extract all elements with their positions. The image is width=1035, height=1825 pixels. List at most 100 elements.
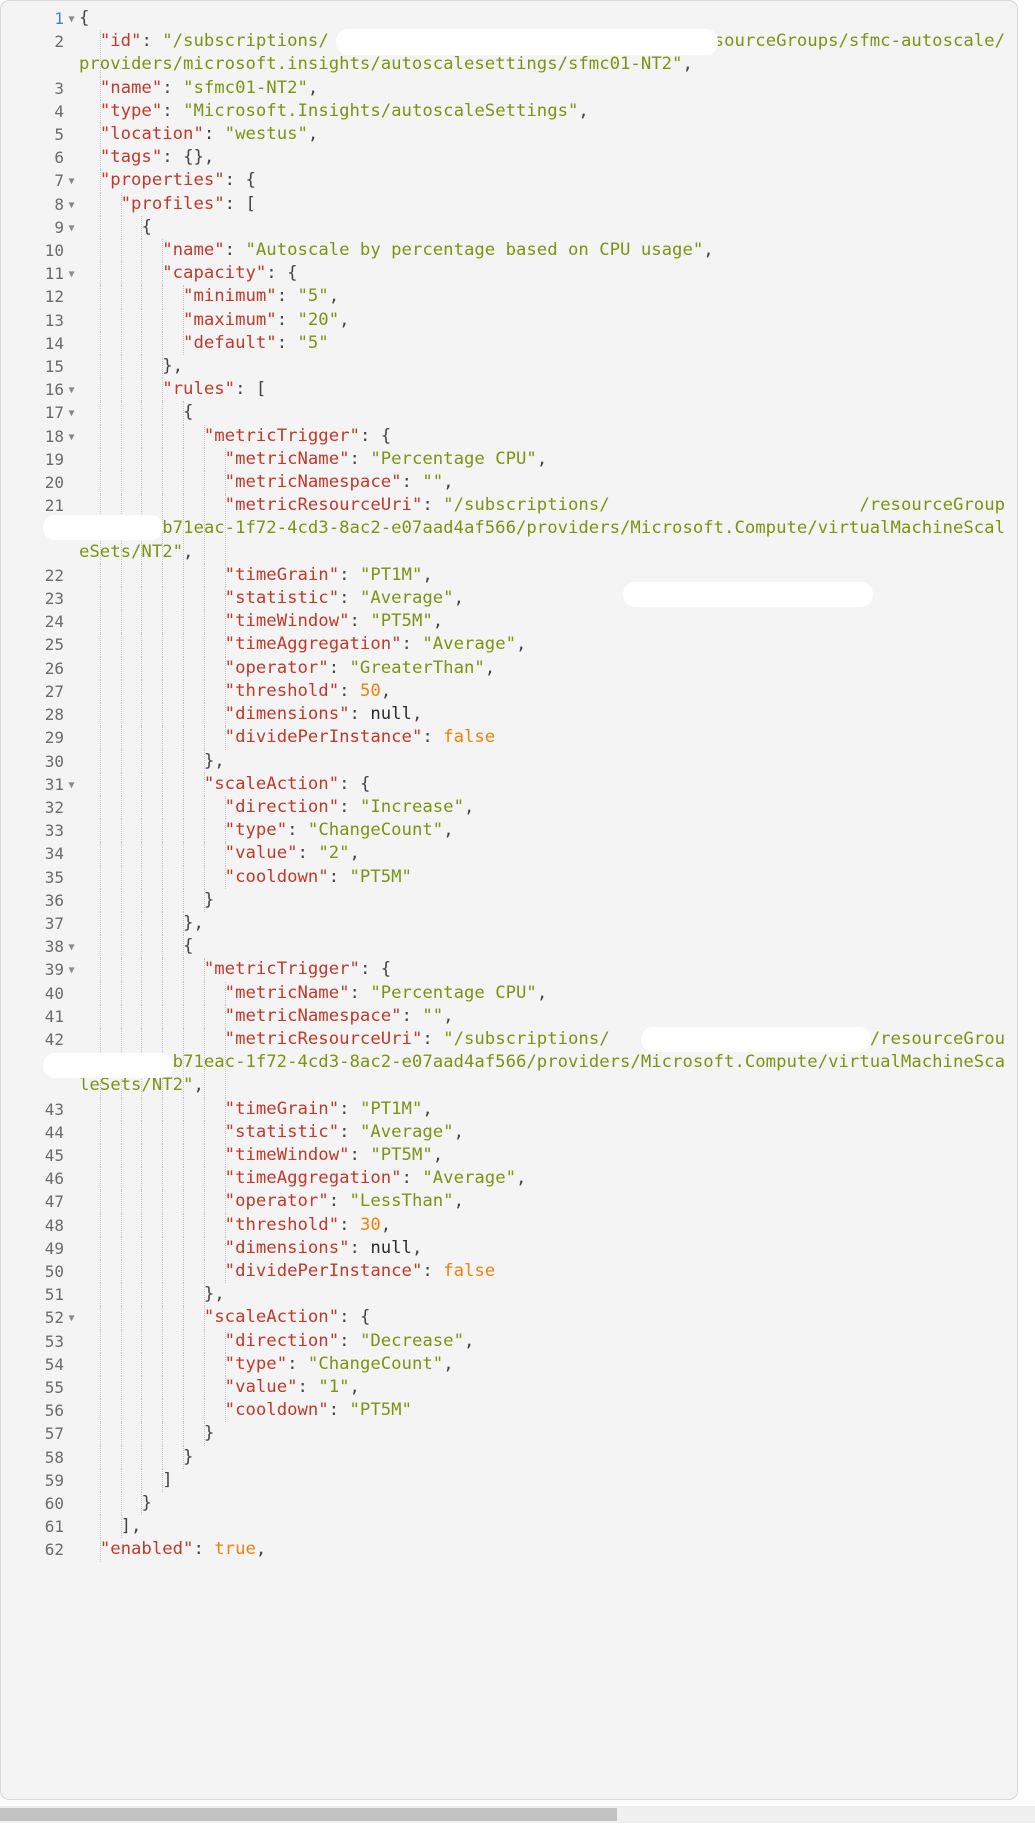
code-line[interactable]: 53▼ "direction": "Decrease",	[1, 1329, 1017, 1354]
code-line[interactable]: 43▼ "timeGrain": "PT1M",	[1, 1097, 1017, 1121]
code-line[interactable]: 15▼ },	[1, 355, 1017, 379]
code-line[interactable]: 19▼ "metricName": "Percentage CPU",	[1, 447, 1017, 472]
fold-arrow-placeholder: ▼	[64, 286, 79, 309]
fold-arrow-icon[interactable]: ▼	[64, 263, 79, 286]
fold-arrow-icon[interactable]: ▼	[64, 936, 79, 959]
line-number-gutter: 8 ▼	[1, 193, 79, 217]
code-line[interactable]: 37▼ },	[1, 911, 1017, 936]
line-number: 21	[44, 496, 64, 516]
fold-arrow-placeholder: ▼	[64, 1191, 79, 1214]
fold-arrow-placeholder: ▼	[64, 867, 79, 890]
code-line[interactable]: 1 ▼{	[1, 7, 1017, 30]
code-line[interactable]: 12▼ "minimum": "5",	[1, 285, 1017, 309]
code-text: "scaleAction": {	[203, 773, 371, 794]
code-line[interactable]: 10▼ "name": "Autoscale by percentage bas…	[1, 239, 1017, 263]
code-line[interactable]: 32▼ "direction": "Increase",	[1, 795, 1017, 820]
code-line[interactable]: 57▼ }	[1, 1422, 1017, 1446]
code-line[interactable]: 13▼ "maximum": "20",	[1, 308, 1017, 332]
code-text: "metricName": "Percentage CPU",	[224, 982, 548, 1003]
code-line[interactable]: 60▼ }	[1, 1492, 1017, 1516]
code-line[interactable]: 3▼ "name": "sfmc01-NT2",	[1, 76, 1017, 100]
fold-arrow-icon[interactable]: ▼	[64, 217, 79, 240]
code-line[interactable]: 47▼ "operator": "LessThan",	[1, 1190, 1017, 1214]
code-line[interactable]: 46▼ "timeAggregation": "Average",	[1, 1167, 1017, 1191]
line-number-gutter: 19▼	[1, 448, 79, 472]
code-line[interactable]: 11 ▼ "capacity": {	[1, 262, 1017, 286]
code-line[interactable]: 50▼ "dividePerInstance": false	[1, 1259, 1017, 1284]
fold-arrow-icon[interactable]: ▼	[64, 170, 79, 193]
code-line[interactable]: 17 ▼ {	[1, 401, 1017, 425]
code-line[interactable]: 54▼ "type": "ChangeCount",	[1, 1352, 1017, 1376]
fold-arrow-icon[interactable]: ▼	[64, 402, 79, 425]
code-line[interactable]: 9 ▼ {	[1, 215, 1017, 240]
code-line[interactable]: 40▼ "metricName": "Percentage CPU",	[1, 981, 1017, 1005]
code-line[interactable]: 14▼ "default": "5"	[1, 331, 1017, 356]
code-line[interactable]: 18 ▼ "metricTrigger": {	[1, 424, 1017, 449]
line-number-gutter: 33▼	[1, 819, 79, 843]
code-line[interactable]: 61▼ ],	[1, 1515, 1017, 1539]
code-line[interactable]: 62▼ "enabled": true,	[1, 1538, 1017, 1562]
line-number: 4	[54, 101, 64, 121]
code-line[interactable]: 7 ▼ "properties": {	[1, 169, 1017, 193]
fold-arrow-icon[interactable]: ▼	[64, 1307, 79, 1330]
code-line[interactable]: 8 ▼ "profiles": [	[1, 192, 1017, 217]
fold-arrow-icon[interactable]: ▼	[64, 426, 79, 449]
code-line[interactable]: 36▼ }	[1, 888, 1017, 912]
fold-arrow-placeholder: ▼	[64, 1006, 79, 1029]
line-number: 43	[44, 1099, 64, 1119]
code-line[interactable]: 26▼ "operator": "GreaterThan",	[1, 656, 1017, 681]
code-line[interactable]: 34▼ "value": "2",	[1, 842, 1017, 866]
code-line[interactable]: 27▼ "threshold": 50,	[1, 679, 1017, 704]
fold-arrow-placeholder: ▼	[64, 147, 79, 170]
code-line[interactable]: 24▼ "timeWindow": "PT5M",	[1, 610, 1017, 634]
code-line[interactable]: 55▼ "value": "1",	[1, 1375, 1017, 1400]
fold-arrow-icon[interactable]: ▼	[64, 8, 79, 31]
line-number: 58	[44, 1447, 64, 1467]
fold-arrow-placeholder: ▼	[64, 658, 79, 681]
code-line[interactable]: 48▼ "threshold": 30,	[1, 1213, 1017, 1238]
fold-arrow-placeholder: ▼	[64, 751, 79, 774]
horizontal-scrollbar-thumb[interactable]	[0, 1808, 617, 1821]
code-line[interactable]: 31 ▼ "scaleAction": {	[1, 772, 1017, 797]
code-text: }	[203, 889, 215, 910]
fold-arrow-icon[interactable]: ▼	[64, 774, 79, 797]
fold-arrow-icon[interactable]: ▼	[64, 194, 79, 217]
code-line[interactable]: 33▼ "type": "ChangeCount",	[1, 819, 1017, 843]
fold-arrow-placeholder: ▼	[64, 1145, 79, 1168]
code-line[interactable]: 6▼ "tags": {},	[1, 146, 1017, 170]
code-line[interactable]: 5▼ "location": "westus",	[1, 123, 1017, 147]
horizontal-scrollbar[interactable]	[0, 1806, 1035, 1823]
line-number: 31	[44, 774, 64, 794]
line-number: 38	[44, 937, 64, 957]
code-line[interactable]: 56▼ "cooldown": "PT5M"	[1, 1399, 1017, 1423]
line-number-gutter: 55▼	[1, 1376, 79, 1400]
json-code-editor[interactable]: 1▼{2▼ "id": "/subscriptions/ /resourceGr…	[0, 0, 1018, 1800]
code-text: "capacity": {	[162, 263, 298, 284]
code-line[interactable]: 28▼ "dimensions": null,	[1, 703, 1017, 727]
code-text: "name": "Autoscale by percentage based o…	[162, 240, 714, 261]
line-number-gutter: 39 ▼	[1, 958, 79, 982]
code-line[interactable]: 30▼ },	[1, 749, 1017, 774]
code-line[interactable]: 59▼ ]	[1, 1468, 1017, 1492]
fold-arrow-placeholder: ▼	[64, 1122, 79, 1145]
code-line[interactable]: 38 ▼ {	[1, 935, 1017, 959]
fold-arrow-placeholder: ▼	[64, 1331, 79, 1354]
code-line[interactable]: 20▼ "metricNamespace": "",	[1, 471, 1017, 495]
fold-arrow-icon[interactable]: ▼	[64, 959, 79, 982]
code-line[interactable]: 49▼ "dimensions": null,	[1, 1236, 1017, 1260]
code-line[interactable]: 44▼ "statistic": "Average",	[1, 1120, 1017, 1145]
code-line[interactable]: 16 ▼ "rules": [	[1, 378, 1017, 402]
code-line[interactable]: 45▼ "timeWindow": "PT5M",	[1, 1143, 1017, 1168]
code-line[interactable]: 4▼ "type": "Microsoft.Insights/autoscale…	[1, 99, 1017, 124]
code-line[interactable]: 58▼ }	[1, 1445, 1017, 1469]
code-line[interactable]: 52 ▼ "scaleAction": {	[1, 1306, 1017, 1330]
code-line[interactable]: 25▼ "timeAggregation": "Average",	[1, 633, 1017, 657]
code-line[interactable]: 39 ▼ "metricTrigger": {	[1, 958, 1017, 982]
code-line[interactable]: 29▼ "dividePerInstance": false	[1, 726, 1017, 750]
line-number: 53	[44, 1331, 64, 1351]
fold-arrow-icon[interactable]: ▼	[64, 379, 79, 402]
code-line[interactable]: 51▼ },	[1, 1283, 1017, 1307]
code-line[interactable]: 41▼ "metricNamespace": "",	[1, 1004, 1017, 1029]
fold-arrow-placeholder: ▼	[64, 1215, 79, 1238]
code-line[interactable]: 35▼ "cooldown": "PT5M"	[1, 865, 1017, 890]
